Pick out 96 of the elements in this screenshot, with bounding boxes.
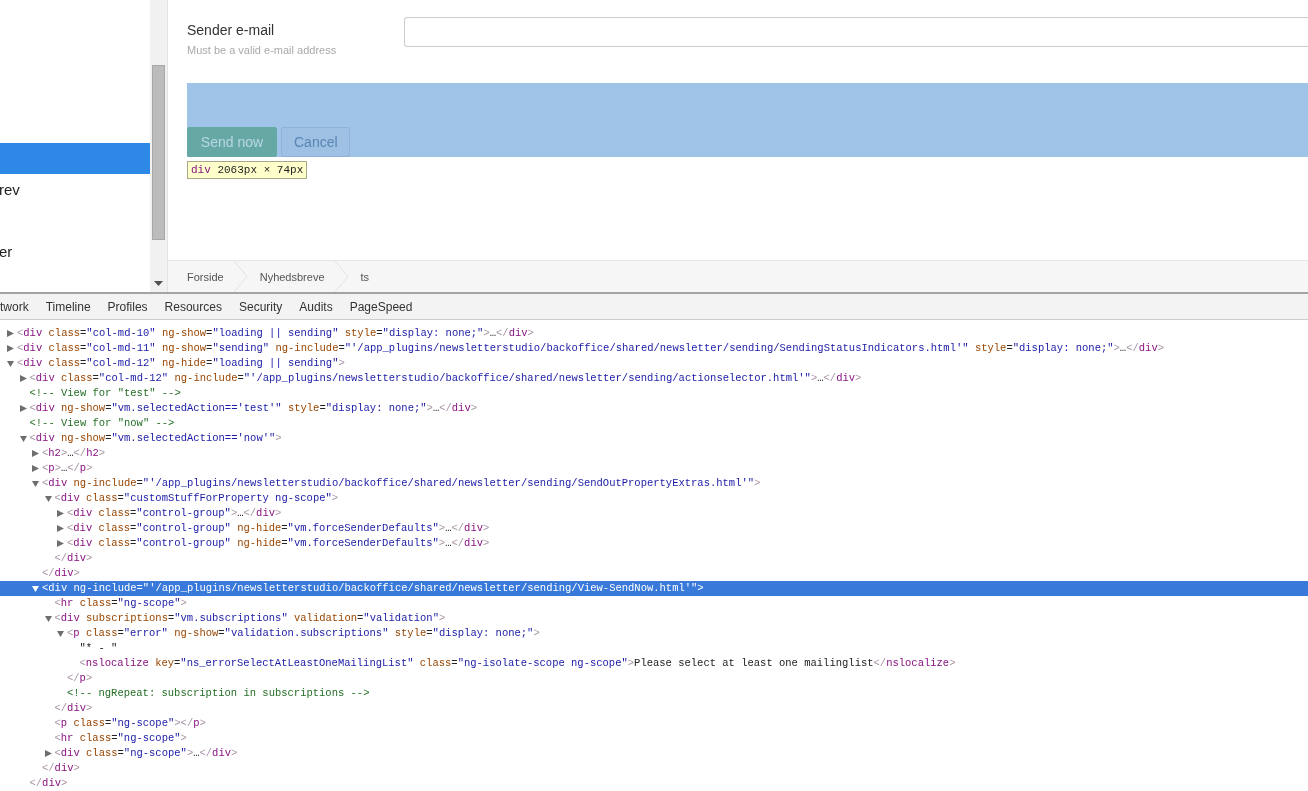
- dom-tree-row[interactable]: </div>: [0, 566, 1308, 581]
- dom-tree-row[interactable]: <div class="col-md-12" ng-include="'/app_plugins/newsletterstudio/backoffice/shared/newsletter/sending/actionselector.html'">…</div>: [0, 371, 1308, 386]
- dom-tree-row[interactable]: <p class="error" ng-show="validation.subscriptions" style="display: none;">: [0, 626, 1308, 641]
- field-label: Sender e-mail: [187, 22, 276, 38]
- code-line: <nslocalize key="ns_errorSelectAtLeastOneMailingList" class="ng-isolate-scope ng-scope">Please select at least one mailinglist</nslocalize>: [79, 656, 956, 671]
- dom-tree-row[interactable]: <!-- View for "test" -->: [0, 386, 1308, 401]
- disclosure-triangle-icon[interactable]: [19, 375, 27, 382]
- code-line: <div ng-include="'/app_plugins/newsletterstudio/backoffice/shared/newsletter/sending/SendOutPropertyExtras.html'">: [42, 476, 761, 491]
- dom-tree-row[interactable]: <div class="ng-scope">…</div>: [0, 746, 1308, 761]
- disclosure-triangle-icon[interactable]: [32, 585, 39, 592]
- code-line: <div class="ng-scope">…</div>: [54, 746, 238, 761]
- scrollbar[interactable]: [150, 0, 167, 292]
- code-line: <hr class="ng-scope">: [54, 596, 187, 611]
- code-line: </p>: [67, 671, 93, 686]
- breadcrumb-link[interactable]: ts: [360, 270, 380, 283]
- disclosure-triangle-icon[interactable]: [7, 330, 14, 337]
- devtools-tab[interactable]: PageSpeed: [349, 299, 413, 314]
- scroll-down-arrow-icon[interactable]: [154, 281, 163, 286]
- code-line: <!-- View for "now" -->: [29, 416, 175, 431]
- code-line: <!-- View for "test" -->: [29, 386, 181, 401]
- dom-tree-row[interactable]: <div class="customStuffForProperty ng-scope">: [0, 491, 1308, 506]
- disclosure-triangle-icon[interactable]: [44, 495, 52, 502]
- dom-tree-row[interactable]: <div class="col-md-12" ng-hide="loading || sending">: [0, 356, 1308, 371]
- disclosure-triangle-icon[interactable]: [44, 615, 52, 622]
- code-line: </div>: [54, 701, 93, 716]
- code-line: <div class="control-group" ng-hide="vm.forceSenderDefaults">…</div>: [67, 536, 490, 551]
- disclosure-triangle-icon[interactable]: [57, 525, 64, 532]
- devtools-tab[interactable]: Timeline: [45, 299, 91, 314]
- dom-tree-row[interactable]: <div class="control-group">…</div>: [0, 506, 1308, 521]
- disclosure-triangle-icon[interactable]: [57, 540, 64, 547]
- dom-tree-row[interactable]: </div>: [0, 701, 1308, 716]
- code-line: <div class="col-md-12" ng-hide="loading || sending">: [17, 356, 345, 371]
- dom-tree-row[interactable]: <nslocalize key="ns_errorSelectAtLeastOneMailingList" class="ng-isolate-scope ng-scope">Please select at least one mailinglist</nslocalize>: [0, 656, 1308, 671]
- code-line: <div class="customStuffForProperty ng-scope">: [54, 491, 339, 506]
- disclosure-triangle-icon[interactable]: [19, 405, 27, 412]
- code-line: <div class="control-group">…</div>: [67, 506, 282, 521]
- sidebar-item[interactable]: rev: [0, 174, 150, 205]
- disclosure-triangle-icon[interactable]: [19, 435, 27, 442]
- sidebar-item[interactable]: er: [0, 236, 150, 267]
- breadcrumb-link[interactable]: Forside: [187, 270, 234, 283]
- dom-tree-row[interactable]: </p>: [0, 671, 1308, 686]
- disclosure-triangle-icon[interactable]: [32, 465, 39, 472]
- code-line: <div subscriptions="vm.subscriptions" validation="validation">: [54, 611, 446, 626]
- dom-tree-row[interactable]: "* - ": [0, 641, 1308, 656]
- dom-tree-row[interactable]: <div ng-include="'/app_plugins/newsletterstudio/backoffice/shared/newsletter/sending/SendOutPropertyExtras.html'">: [0, 476, 1308, 491]
- email-input-field[interactable]: [403, 17, 1308, 47]
- code-line: <h2>…</h2>: [42, 446, 106, 461]
- dom-tree-row[interactable]: <div class="control-group" ng-hide="vm.forceSenderDefaults">…</div>: [0, 536, 1308, 551]
- code-line: <p class="ng-scope"></p>: [54, 716, 206, 731]
- dom-tree-row[interactable]: <h2>…</h2>: [0, 446, 1308, 461]
- dom-tree-row[interactable]: </div>: [0, 761, 1308, 776]
- breadcrumb-link[interactable]: Nyhedsbreve: [259, 270, 335, 283]
- code-line: <div class="col-md-10" ng-show="loading || sending" style="display: none;">…</div>: [17, 326, 534, 341]
- code-line: </div>: [29, 776, 68, 791]
- disclosure-triangle-icon[interactable]: [44, 750, 52, 757]
- devtools-tab[interactable]: Security: [238, 299, 283, 314]
- dom-tree-row[interactable]: <div ng-show="vm.selectedAction=='test'" style="display: none;">…</div>: [0, 401, 1308, 416]
- disclosure-triangle-icon[interactable]: [7, 345, 14, 352]
- devtools-tab[interactable]: twork: [0, 299, 29, 314]
- disclosure-triangle-icon[interactable]: [32, 480, 39, 487]
- disclosure-triangle-icon[interactable]: [57, 630, 64, 637]
- dom-tree-row[interactable]: </div>: [0, 551, 1308, 566]
- devtools-tab[interactable]: Profiles: [107, 299, 148, 314]
- dom-tree-row[interactable]: <div class="col-md-10" ng-show="loading || sending" style="display: none;">…</div>: [0, 326, 1308, 341]
- dom-tree-row[interactable]: <div subscriptions="vm.subscriptions" validation="validation">: [0, 611, 1308, 626]
- dom-tree-row[interactable]: <div ng-show="vm.selectedAction=='now'">: [0, 431, 1308, 446]
- dom-tree-row[interactable]: <p class="ng-scope"></p>: [0, 716, 1308, 731]
- code-line: "* - ": [79, 641, 118, 656]
- code-line: <p>…</p>: [42, 461, 93, 476]
- disclosure-triangle-icon[interactable]: [57, 510, 64, 517]
- code-line: <div class="control-group" ng-hide="vm.forceSenderDefaults">…</div>: [67, 521, 490, 536]
- dom-tree-row[interactable]: <div ng-include="'/app_plugins/newsletterstudio/backoffice/shared/newsletter/sending/View-SendNow.html'">: [0, 581, 1308, 596]
- scrollbar-thumb[interactable]: [152, 65, 165, 240]
- dom-tree-row[interactable]: <hr class="ng-scope">: [0, 596, 1308, 611]
- disclosure-triangle-icon[interactable]: [7, 360, 14, 367]
- devtools-tab[interactable]: Audits: [299, 299, 333, 314]
- code-line: <p class="error" ng-show="validation.subscriptions" style="display: none;">: [67, 626, 540, 641]
- dom-tree-row[interactable]: <!-- ngRepeat: subscription in subscriptions -->: [0, 686, 1308, 701]
- code-line: </div>: [42, 761, 80, 776]
- code-line: <div ng-include="'/app_plugins/newsletterstudio/backoffice/shared/newsletter/sending/View-SendNow.html'">: [42, 581, 704, 596]
- field-hint: Must be a valid e-mail address: [187, 44, 338, 56]
- devtools-tab[interactable]: Resources: [164, 299, 222, 314]
- code-line: </div>: [54, 551, 93, 566]
- dom-tree-row[interactable]: <!-- View for "now" -->: [0, 416, 1308, 431]
- inspect-tooltip: div 2063px × 74px: [187, 161, 308, 179]
- dom-tree-row[interactable]: <div class="control-group" ng-hide="vm.forceSenderDefaults">…</div>: [0, 521, 1308, 536]
- code-line: <div ng-show="vm.selectedAction=='test'" style="display: none;">…</div>: [29, 401, 477, 416]
- dom-tree-row[interactable]: </div>: [0, 776, 1308, 791]
- code-line: <hr class="ng-scope">: [54, 731, 187, 746]
- dom-tree-row[interactable]: <p>…</p>: [0, 461, 1308, 476]
- disclosure-triangle-icon[interactable]: [32, 450, 39, 457]
- code-line: <div ng-show="vm.selectedAction=='now'">: [29, 431, 282, 446]
- code-line: <div class="col-md-12" ng-include="'/app_plugins/newsletterstudio/backoffice/shared/newsletter/sending/actionselector.html'">…</div>: [29, 371, 862, 386]
- code-line: </div>: [42, 566, 80, 581]
- dom-tree-row[interactable]: <hr class="ng-scope">: [0, 731, 1308, 746]
- code-line: <!-- ngRepeat: subscription in subscriptions -->: [67, 686, 370, 701]
